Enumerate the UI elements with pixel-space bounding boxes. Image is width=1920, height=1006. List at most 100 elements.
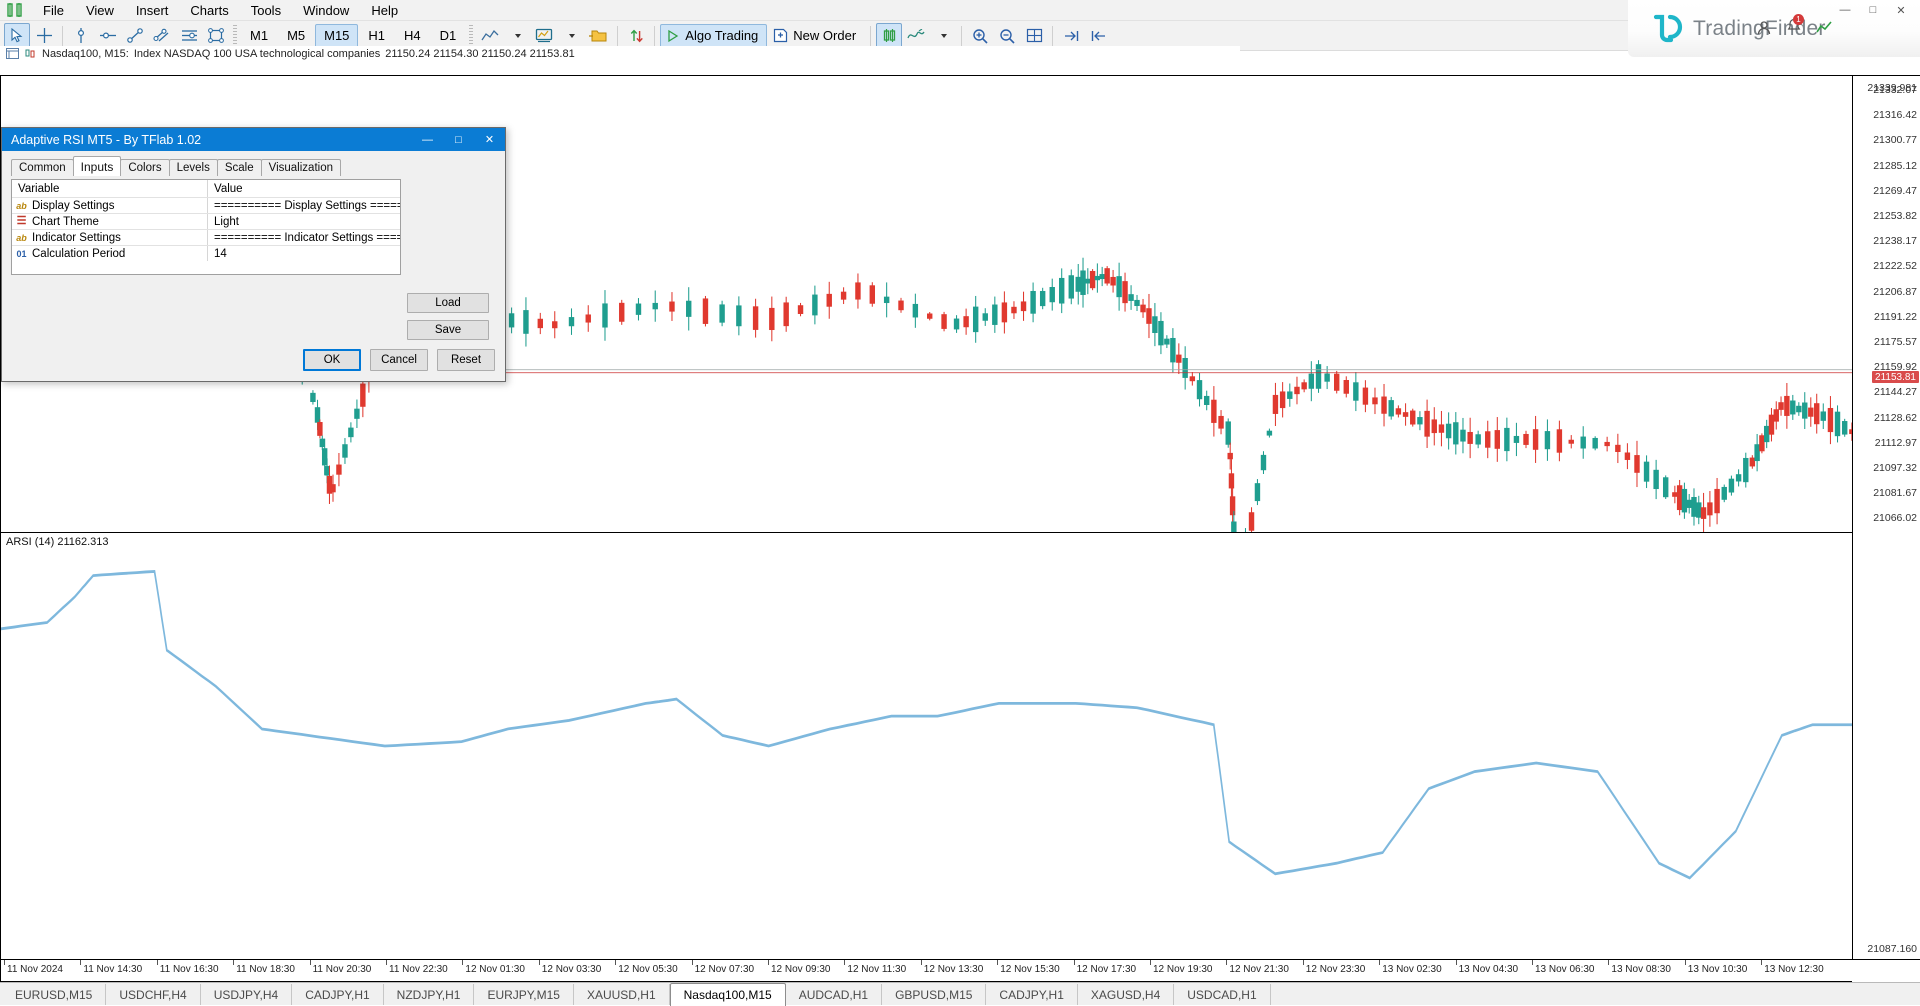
grid-row[interactable]: abIndicator Settings========== Indicator… bbox=[12, 229, 400, 245]
chart-tab[interactable]: Nasdaq100,M15 bbox=[670, 983, 786, 1006]
price-scale-label: 21316.42 bbox=[1873, 109, 1917, 121]
window-minimize-button[interactable]: — bbox=[1832, 2, 1858, 18]
indicators-icon[interactable] bbox=[903, 23, 929, 49]
dialog-maximize-button[interactable]: □ bbox=[443, 128, 474, 151]
chart-tab[interactable]: NZDJPY,H1 bbox=[384, 984, 475, 1005]
timeframe-h1[interactable]: H1 bbox=[359, 24, 394, 48]
chart-tab[interactable]: XAGUSD,H4 bbox=[1078, 984, 1174, 1005]
grid-row[interactable]: 01 Calculation Period 14 bbox=[12, 245, 400, 261]
dialog-minimize-button[interactable]: — bbox=[412, 128, 443, 151]
menu-insert[interactable]: Insert bbox=[125, 1, 180, 20]
folder-icon[interactable] bbox=[585, 23, 612, 49]
price-scale-label: 21097.32 bbox=[1873, 462, 1917, 474]
cancel-button[interactable]: Cancel bbox=[370, 349, 428, 371]
timeframe-h4[interactable]: H4 bbox=[395, 24, 430, 48]
timeframe-d1[interactable]: D1 bbox=[431, 24, 466, 48]
chart-tab[interactable]: USDCAD,H1 bbox=[1174, 984, 1270, 1005]
menu-help[interactable]: Help bbox=[360, 1, 409, 20]
algo-trading-button[interactable]: Algo Trading bbox=[660, 24, 767, 48]
indicators-up-down-icon[interactable] bbox=[623, 23, 649, 49]
time-tick bbox=[692, 960, 693, 965]
indicator-scale-top: 21339.981 bbox=[1867, 82, 1917, 94]
templates-icon[interactable] bbox=[531, 23, 557, 49]
cursor-tool-icon[interactable] bbox=[4, 23, 30, 49]
tab-common[interactable]: Common bbox=[11, 159, 74, 176]
load-button[interactable]: Load bbox=[407, 293, 489, 313]
tab-scale[interactable]: Scale bbox=[217, 159, 262, 176]
num-type-icon: 01 bbox=[15, 249, 28, 259]
toolbar-grip[interactable] bbox=[233, 25, 237, 47]
dialog-title-bar[interactable]: Adaptive RSI MT5 - By TFlab 1.02 — □ ✕ bbox=[2, 128, 505, 151]
vertical-line-tool-icon[interactable] bbox=[68, 23, 94, 49]
scroll-end-icon[interactable] bbox=[1058, 23, 1084, 49]
chart-tab-bar: EURUSD,M15USDCHF,H4USDJPY,H4CADJPY,H1NZD… bbox=[0, 982, 1920, 1005]
new-order-label: New Order bbox=[793, 28, 856, 43]
variable-value[interactable]: 14 bbox=[208, 246, 400, 261]
menu-file[interactable]: File bbox=[32, 1, 75, 20]
chart-tab[interactable]: USDJPY,H4 bbox=[201, 984, 292, 1005]
shapes-tool-icon[interactable] bbox=[203, 23, 229, 49]
grid-row[interactable]: abDisplay Settings========== Display Set… bbox=[12, 197, 400, 213]
timeframe-m1[interactable]: M1 bbox=[241, 24, 277, 48]
chart-tab[interactable]: EURJPY,M15 bbox=[474, 984, 573, 1005]
indicator-pane[interactable]: ARSI (14) 21162.313 bbox=[0, 532, 1920, 960]
grid-row[interactable]: ☰Chart ThemeLight bbox=[12, 213, 400, 229]
variable-label: Calculation Period bbox=[32, 248, 125, 260]
chart-tab[interactable]: CADJPY,H1 bbox=[292, 984, 383, 1005]
variable-value[interactable]: ========== Indicator Settings =====... bbox=[208, 230, 400, 245]
templates-dropdown-icon[interactable] bbox=[558, 23, 584, 49]
window-close-button[interactable]: ✕ bbox=[1888, 2, 1914, 18]
trendline-tool-icon[interactable] bbox=[122, 23, 148, 49]
menu-view[interactable]: View bbox=[75, 1, 125, 20]
indicator-properties-dialog: Adaptive RSI MT5 - By TFlab 1.02 — □ ✕ C… bbox=[1, 127, 506, 382]
grid-layout-icon[interactable] bbox=[1021, 23, 1047, 49]
timeframe-m5[interactable]: M5 bbox=[278, 24, 314, 48]
crosshair-tool-icon[interactable] bbox=[31, 23, 57, 49]
variable-value[interactable]: Light bbox=[208, 214, 400, 229]
fibonacci-tool-icon[interactable] bbox=[176, 23, 202, 49]
menu-tools[interactable]: Tools bbox=[240, 1, 292, 20]
new-order-button[interactable]: New Order bbox=[768, 24, 865, 48]
chart-type-dropdown-icon[interactable] bbox=[504, 23, 530, 49]
price-scale[interactable]: 21332.0721316.4221300.7721285.1221269.47… bbox=[1852, 75, 1920, 960]
time-axis[interactable]: 11 Nov 202411 Nov 14:3011 Nov 16:3011 No… bbox=[0, 960, 1852, 982]
reset-button[interactable]: Reset bbox=[437, 349, 495, 371]
dialog-close-button[interactable]: ✕ bbox=[474, 128, 505, 151]
zoom-in-icon[interactable] bbox=[967, 23, 993, 49]
tab-inputs[interactable]: Inputs bbox=[73, 156, 122, 176]
ok-button[interactable]: OK bbox=[303, 349, 361, 371]
timeframe-m15[interactable]: M15 bbox=[315, 24, 358, 48]
chart-tab[interactable]: EURUSD,M15 bbox=[2, 984, 106, 1005]
menu-window[interactable]: Window bbox=[292, 1, 360, 20]
channel-tool-icon[interactable] bbox=[149, 23, 175, 49]
save-button[interactable]: Save bbox=[407, 320, 489, 340]
menu-charts[interactable]: Charts bbox=[179, 1, 239, 20]
variable-value[interactable]: ========== Display Settings =====... bbox=[208, 198, 400, 213]
zoom-out-icon[interactable] bbox=[994, 23, 1020, 49]
horizontal-line-tool-icon[interactable] bbox=[95, 23, 121, 49]
indicator-title: ARSI (14) 21162.313 bbox=[6, 536, 109, 548]
time-tick bbox=[1608, 960, 1609, 965]
chart-tab[interactable]: AUDCAD,H1 bbox=[786, 984, 882, 1005]
tab-levels[interactable]: Levels bbox=[169, 159, 218, 176]
time-axis-label: 11 Nov 2024 bbox=[7, 964, 63, 975]
chart-tab[interactable]: USDCHF,H4 bbox=[106, 984, 200, 1005]
candlestick-chart-icon[interactable] bbox=[876, 23, 902, 49]
account-icon[interactable] bbox=[1756, 20, 1772, 36]
chart-tab[interactable]: CADJPY,H1 bbox=[986, 984, 1077, 1005]
auto-scroll-icon[interactable] bbox=[1085, 23, 1111, 49]
indicators-dropdown-icon[interactable] bbox=[930, 23, 956, 49]
chart-tab[interactable]: XAUUSD,H1 bbox=[574, 984, 670, 1005]
time-axis-label: 13 Nov 12:30 bbox=[1764, 964, 1824, 975]
notification-badge[interactable]: 1 bbox=[1786, 18, 1802, 37]
chart-tab[interactable]: GBPUSD,M15 bbox=[882, 984, 986, 1005]
inputs-grid[interactable]: Variable Value abDisplay Settings=======… bbox=[11, 179, 401, 275]
chart-type-icon[interactable] bbox=[477, 23, 503, 49]
toolbar-grip-2[interactable] bbox=[469, 25, 473, 47]
tab-colors[interactable]: Colors bbox=[120, 159, 169, 176]
price-scale-label: 21144.27 bbox=[1874, 386, 1917, 398]
tab-visualization[interactable]: Visualization bbox=[261, 159, 341, 176]
window-maximize-button[interactable]: □ bbox=[1860, 2, 1886, 18]
chart-status-icon[interactable] bbox=[1816, 20, 1832, 36]
grid-header-variable: Variable bbox=[12, 180, 208, 197]
